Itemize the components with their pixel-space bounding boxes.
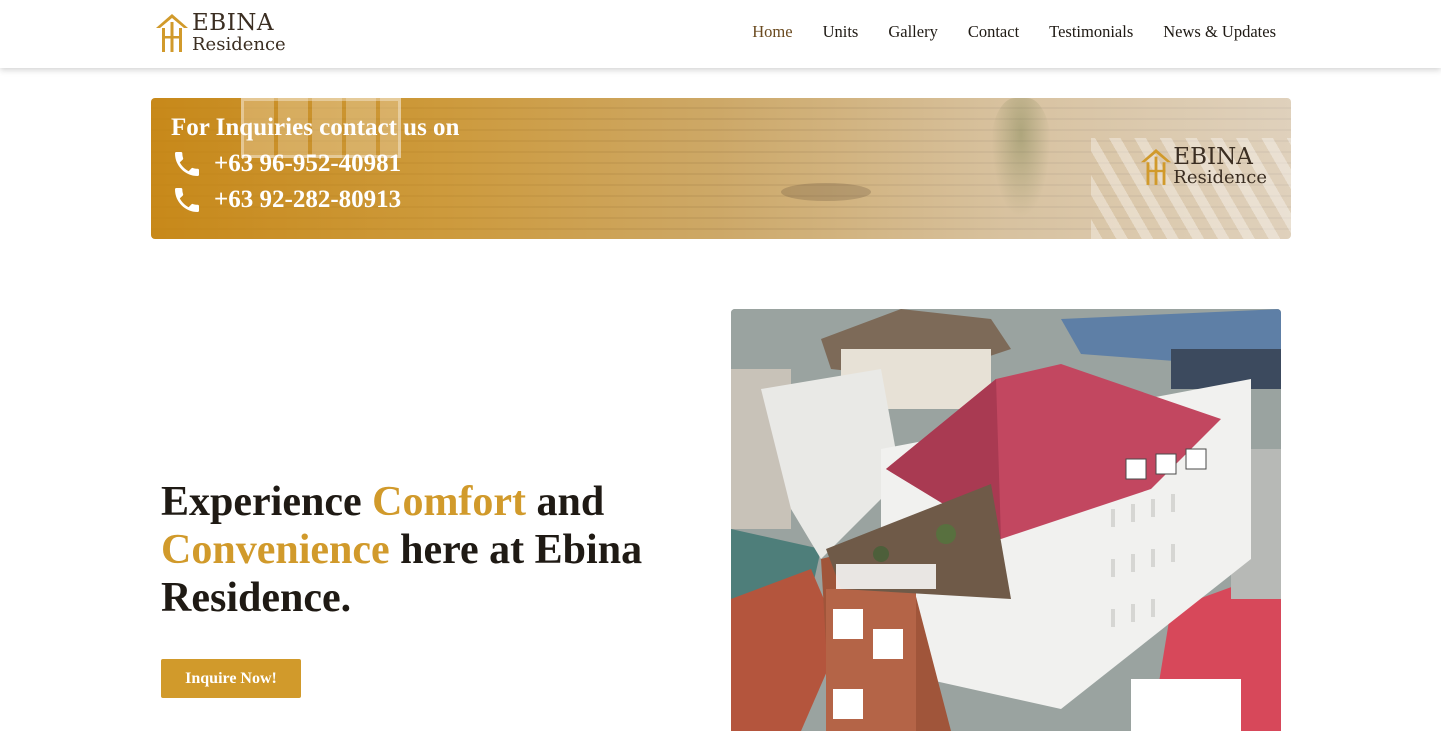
building-photo	[731, 309, 1281, 731]
main-nav: Home Units Gallery Contact Testimonials …	[752, 22, 1276, 42]
banner-table-decor	[781, 183, 871, 201]
hero-heading-part: Experience	[161, 479, 373, 525]
hero-heading: Experience Comfort and Convenience here …	[161, 478, 681, 622]
phone-icon	[175, 188, 199, 212]
banner-plant-decor	[991, 98, 1051, 218]
phone-number-1[interactable]: +63 96-952-40981	[214, 150, 401, 178]
banner-logo-name: EBINA	[1173, 144, 1253, 170]
site-header: EBINA Residence Home Units Gallery Conta…	[0, 0, 1441, 68]
inquiry-title: For Inquiries contact us on	[171, 114, 460, 141]
site-logo[interactable]: EBINA Residence	[154, 10, 299, 56]
phone-row-2[interactable]: +63 92-282-80913	[171, 184, 401, 216]
nav-news-updates[interactable]: News & Updates	[1163, 22, 1276, 42]
nav-home[interactable]: Home	[752, 22, 792, 42]
phone-number-2[interactable]: +63 92-282-80913	[214, 186, 401, 214]
logo-subtitle: Residence	[192, 34, 286, 55]
hero-heading-highlight: Comfort	[372, 479, 527, 525]
ebina-logo-icon	[1141, 148, 1172, 185]
building-illustration	[731, 309, 1281, 731]
ebina-logo-icon	[156, 14, 188, 52]
banner-logo: EBINA Residence	[1139, 146, 1267, 187]
nav-units[interactable]: Units	[823, 22, 859, 42]
nav-contact[interactable]: Contact	[968, 22, 1019, 42]
phone-row-1[interactable]: +63 96-952-40981	[171, 148, 401, 180]
logo-name: EBINA	[192, 10, 275, 36]
phone-icon	[175, 152, 199, 176]
banner-logo-subtitle: Residence	[1173, 167, 1267, 188]
nav-gallery[interactable]: Gallery	[888, 22, 937, 42]
hero-heading-part: and	[526, 479, 605, 525]
inquire-now-button[interactable]: Inquire Now!	[161, 659, 301, 698]
hero-heading-highlight: Convenience	[161, 527, 390, 573]
nav-testimonials[interactable]: Testimonials	[1049, 22, 1133, 42]
contact-banner: For Inquiries contact us on +63 96-952-4…	[151, 98, 1291, 239]
